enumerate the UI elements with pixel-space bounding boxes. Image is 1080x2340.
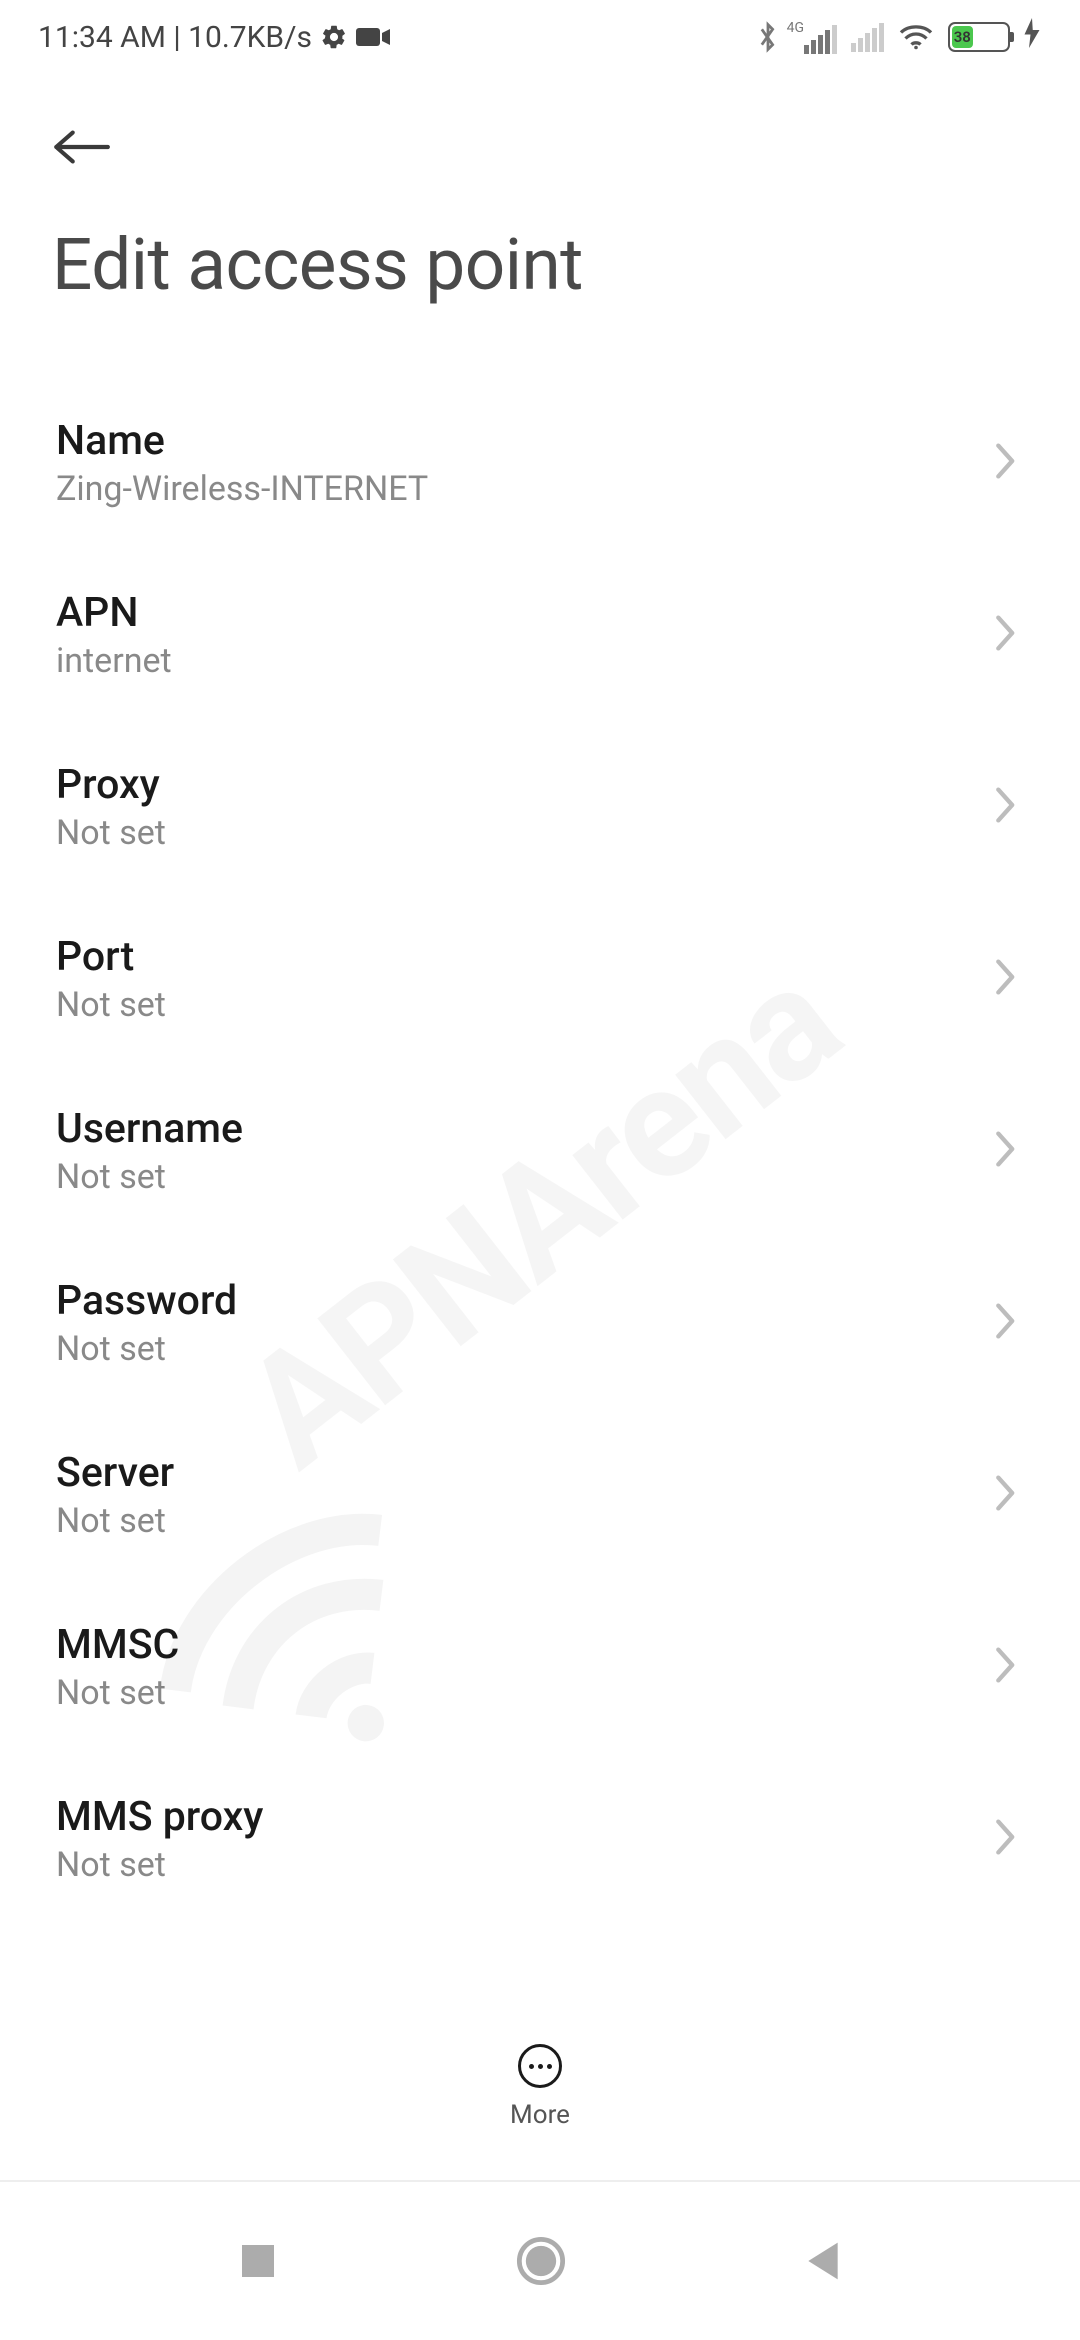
nav-recents-button[interactable] <box>238 2241 278 2281</box>
item-value: Not set <box>56 1329 237 1369</box>
item-value: Not set <box>56 1501 174 1541</box>
field-apn[interactable]: APNinternet <box>0 549 1080 721</box>
chevron-right-icon <box>992 1645 1020 1689</box>
field-mmsc[interactable]: MMSCNot set <box>0 1581 1080 1753</box>
page-title: Edit access point <box>0 172 1080 377</box>
chevron-right-icon <box>992 1129 1020 1173</box>
status-bar: 11:34 AM | 10.7KB/s 4G <box>0 0 1080 74</box>
status-right: 4G 38 <box>757 18 1040 56</box>
item-label: Server <box>56 1449 174 1497</box>
field-mms-proxy[interactable]: MMS proxyNot set <box>0 1753 1080 1925</box>
field-port[interactable]: PortNot set <box>0 893 1080 1065</box>
field-proxy[interactable]: ProxyNot set <box>0 721 1080 893</box>
field-password[interactable]: PasswordNot set <box>0 1237 1080 1409</box>
chevron-right-icon <box>992 785 1020 829</box>
item-value: Not set <box>56 985 166 1025</box>
field-name[interactable]: NameZing-Wireless-INTERNET <box>0 377 1080 549</box>
item-label: Name <box>56 417 428 465</box>
battery-level: 38 <box>952 26 973 48</box>
item-label: Proxy <box>56 761 166 809</box>
status-left: 11:34 AM | 10.7KB/s <box>38 20 392 55</box>
chevron-right-icon <box>992 613 1020 657</box>
more-icon <box>518 2044 562 2088</box>
status-time-text: 11:34 AM | 10.7KB/s <box>38 20 312 55</box>
signal-2 <box>851 23 884 52</box>
more-label: More <box>510 2100 570 2130</box>
navigation-bar <box>0 2180 1080 2340</box>
settings-list: NameZing-Wireless-INTERNETAPNinternetPro… <box>0 377 1080 1925</box>
chevron-right-icon <box>992 1301 1020 1345</box>
item-label: APN <box>56 589 172 637</box>
item-value: internet <box>56 641 172 681</box>
item-label: MMSC <box>56 1621 179 1669</box>
chevron-right-icon <box>992 957 1020 1001</box>
item-value: Zing-Wireless-INTERNET <box>56 469 428 509</box>
signal-1: 4G <box>793 20 837 54</box>
back-button[interactable] <box>50 153 112 172</box>
item-label: Username <box>56 1105 243 1153</box>
item-label: Port <box>56 933 166 981</box>
item-label: MMS proxy <box>56 1793 263 1841</box>
battery-icon: 38 <box>948 22 1010 52</box>
wifi-icon <box>898 23 934 51</box>
charging-icon <box>1024 18 1040 56</box>
nav-home-button[interactable] <box>515 2235 567 2287</box>
item-value: Not set <box>56 1673 179 1713</box>
item-value: Not set <box>56 813 166 853</box>
item-value: Not set <box>56 1157 243 1197</box>
bluetooth-icon <box>757 20 779 54</box>
item-value: Not set <box>56 1845 263 1885</box>
field-username[interactable]: UsernameNot set <box>0 1065 1080 1237</box>
chevron-right-icon <box>992 1473 1020 1517</box>
chevron-right-icon <box>992 1817 1020 1861</box>
camera-icon <box>356 25 392 49</box>
network-type-label: 4G <box>787 20 804 36</box>
field-server[interactable]: ServerNot set <box>0 1409 1080 1581</box>
chevron-right-icon <box>992 441 1020 485</box>
nav-back-button[interactable] <box>804 2239 842 2283</box>
gear-icon <box>320 23 348 51</box>
more-button[interactable]: More <box>0 2044 1080 2130</box>
item-label: Password <box>56 1277 237 1325</box>
